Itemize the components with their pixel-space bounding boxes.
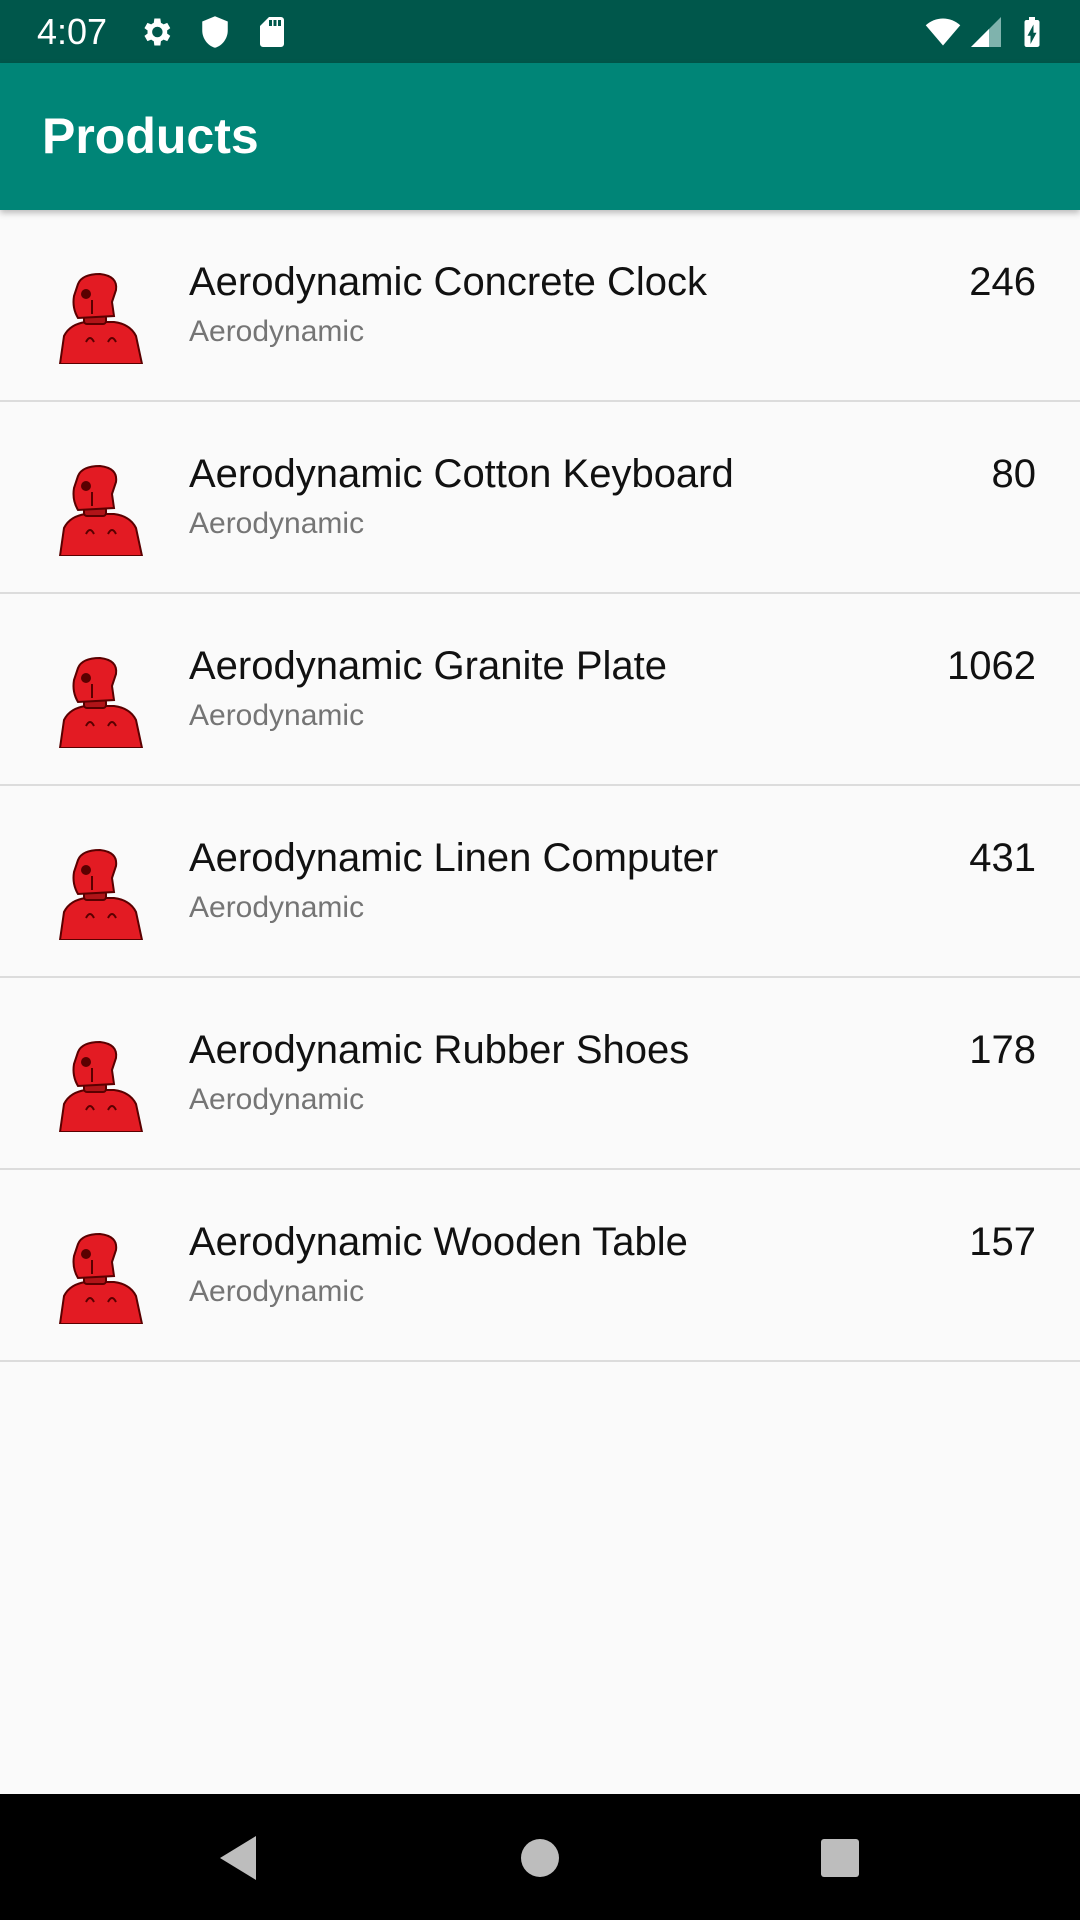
product-subtitle: Aerodynamic — [189, 507, 365, 540]
sd-card-icon — [260, 17, 284, 47]
product-list[interactable]: Aerodynamic Concrete Clock Aerodynamic 2… — [0, 210, 1080, 1362]
product-value: 246 — [969, 260, 1036, 304]
robot-thumbnail-icon — [58, 464, 144, 556]
product-title: Aerodynamic Granite Plate — [189, 644, 668, 688]
status-time: 4:07 — [37, 11, 108, 52]
robot-thumbnail-icon — [58, 656, 144, 748]
robot-thumbnail-icon — [58, 1040, 144, 1132]
list-item[interactable]: Aerodynamic Wooden Table Aerodynamic 157 — [0, 1170, 1080, 1362]
signal-icon — [971, 17, 1001, 47]
robot-thumbnail-icon — [58, 272, 144, 364]
robot-thumbnail-icon — [58, 848, 144, 940]
product-value: 1062 — [947, 644, 1036, 688]
product-subtitle: Aerodynamic — [189, 699, 365, 732]
recents-icon[interactable] — [812, 1830, 868, 1886]
list-item[interactable]: Aerodynamic Granite Plate Aerodynamic 10… — [0, 594, 1080, 786]
product-title: Aerodynamic Wooden Table — [189, 1220, 688, 1264]
list-item[interactable]: Aerodynamic Rubber Shoes Aerodynamic 178 — [0, 978, 1080, 1170]
product-value: 157 — [969, 1220, 1036, 1264]
product-subtitle: Aerodynamic — [189, 891, 365, 924]
product-title: Aerodynamic Cotton Keyboard — [189, 452, 734, 496]
gear-icon — [144, 18, 171, 46]
product-title: Aerodynamic Linen Computer — [189, 836, 719, 880]
navigation-bar — [0, 1794, 1080, 1920]
product-value: 80 — [991, 452, 1037, 496]
list-item[interactable]: Aerodynamic Linen Computer Aerodynamic 4… — [0, 786, 1080, 978]
product-value: 178 — [969, 1028, 1036, 1072]
product-title: Aerodynamic Rubber Shoes — [189, 1028, 690, 1072]
product-value: 431 — [969, 836, 1036, 880]
product-subtitle: Aerodynamic — [189, 1083, 365, 1116]
robot-thumbnail-icon — [58, 1232, 144, 1324]
list-item[interactable]: Aerodynamic Cotton Keyboard Aerodynamic … — [0, 402, 1080, 594]
page-title: Products — [42, 108, 259, 164]
shield-icon — [202, 16, 228, 48]
battery-charging-icon — [1024, 17, 1040, 47]
status-bar: 4:07 — [0, 0, 1080, 63]
product-subtitle: Aerodynamic — [189, 1275, 365, 1308]
product-title: Aerodynamic Concrete Clock — [189, 260, 707, 304]
app-bar: Products — [0, 63, 1080, 210]
product-subtitle: Aerodynamic — [189, 315, 365, 348]
list-item[interactable]: Aerodynamic Concrete Clock Aerodynamic 2… — [0, 210, 1080, 402]
wifi-icon — [925, 18, 961, 46]
home-icon[interactable] — [512, 1830, 568, 1886]
back-icon[interactable] — [212, 1830, 268, 1886]
